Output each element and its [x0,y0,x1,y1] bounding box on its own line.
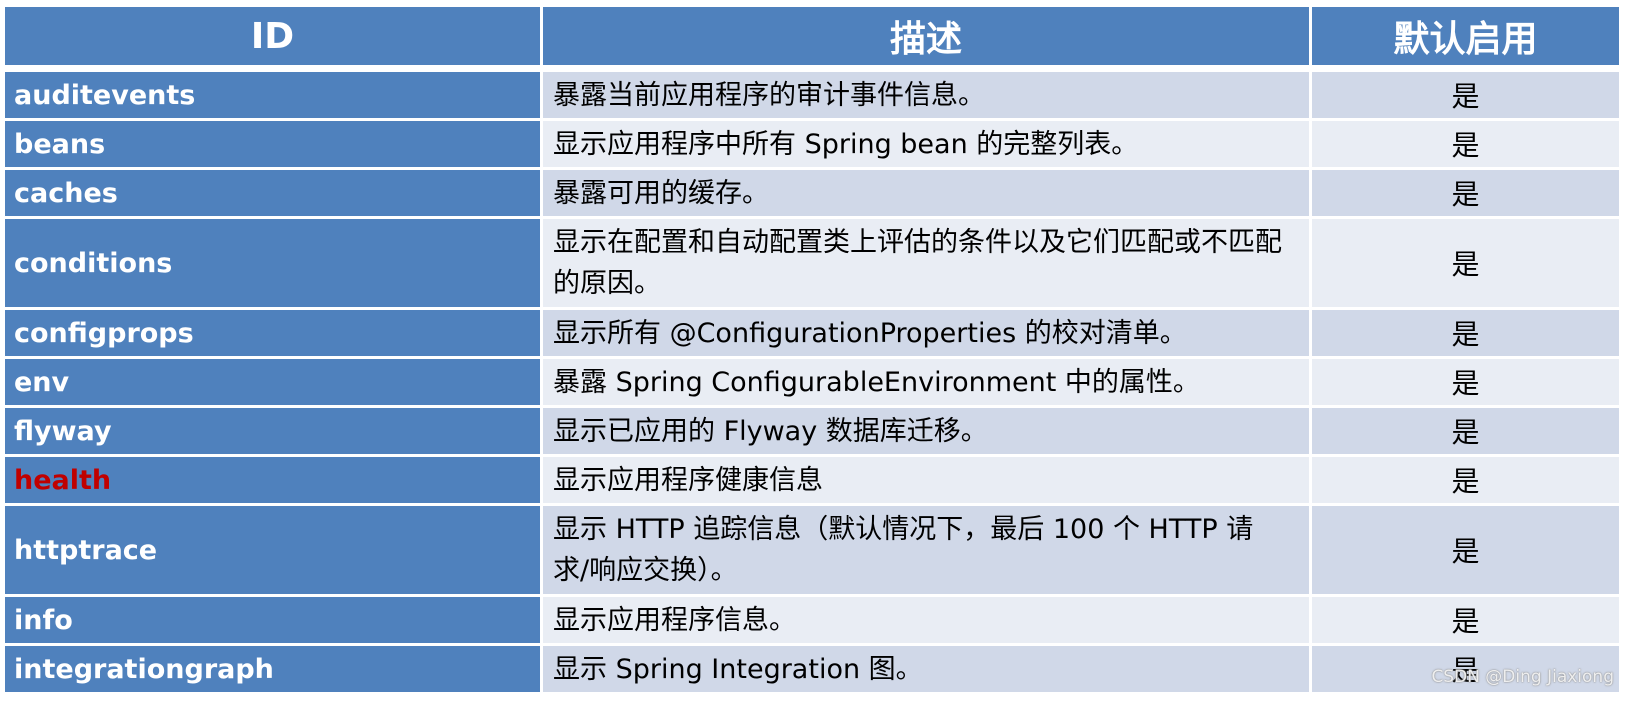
row-enabled: 是 [1312,310,1619,356]
row-id: beans [5,121,540,167]
row-enabled: 是 [1312,408,1619,454]
row-id: env [5,359,540,405]
row-description: 显示 HTTP 追踪信息（默认情况下，最后 100 个 HTTP 请求/响应交换… [543,506,1309,594]
row-enabled: 是 [1312,597,1619,643]
watermark: CSDN @Ding Jiaxiong [1431,667,1614,687]
row-id: auditevents [5,72,540,118]
row-id: flyway [5,408,540,454]
row-enabled: 是 [1312,72,1619,118]
row-enabled: 是 [1312,170,1619,216]
row-id: info [5,597,540,643]
row-description: 显示应用程序信息。 [543,597,1309,643]
row-id: integrationgraph [5,646,540,692]
row-description: 显示所有 @ConfigurationProperties 的校对清单。 [543,310,1309,356]
row-description: 暴露当前应用程序的审计事件信息。 [543,72,1309,118]
row-enabled: 是 [1312,359,1619,405]
row-id-highlighted: health [5,457,540,503]
row-enabled: 是 [1312,121,1619,167]
row-description: 暴露 Spring ConfigurableEnvironment 中的属性。 [543,359,1309,405]
header-id: ID [5,7,540,65]
row-description: 显示应用程序中所有 Spring bean 的完整列表。 [543,121,1309,167]
header-description: 描述 [543,7,1309,65]
row-description: 显示在配置和自动配置类上评估的条件以及它们匹配或不匹配的原因。 [543,219,1309,307]
row-id: caches [5,170,540,216]
row-enabled: 是 [1312,219,1619,307]
row-id: httptrace [5,506,540,594]
row-description: 显示 Spring Integration 图。 [543,646,1309,692]
row-id: configprops [5,310,540,356]
row-enabled: 是 [1312,506,1619,594]
row-enabled: 是 [1312,457,1619,503]
row-description: 暴露可用的缓存。 [543,170,1309,216]
row-id: conditions [5,219,540,307]
header-enabled: 默认启用 [1312,7,1619,65]
endpoints-table: ID 描述 默认启用 auditevents 暴露当前应用程序的审计事件信息。 … [5,7,1619,692]
row-description: 显示应用程序健康信息 [543,457,1309,503]
row-description: 显示已应用的 Flyway 数据库迁移。 [543,408,1309,454]
